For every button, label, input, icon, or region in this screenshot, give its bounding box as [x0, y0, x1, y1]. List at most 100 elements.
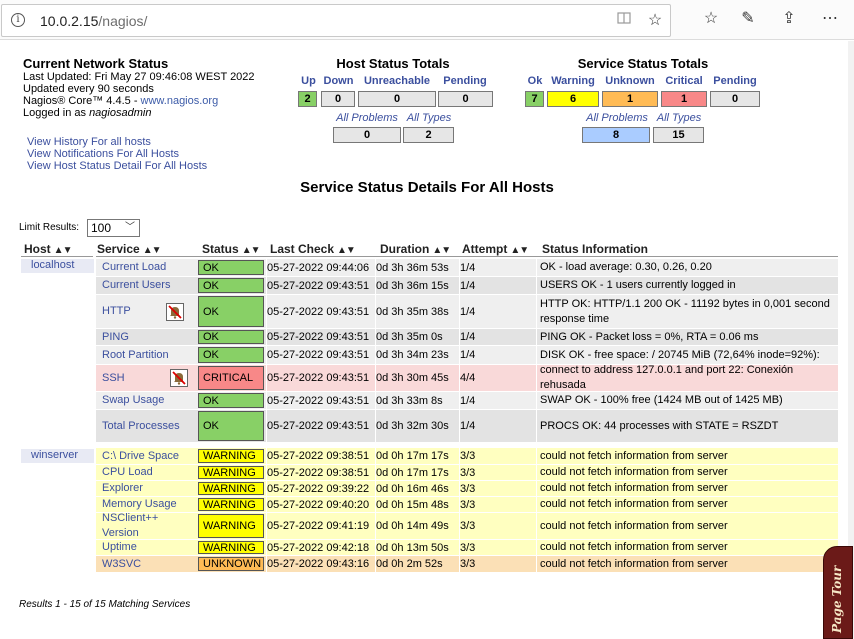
- service-name[interactable]: W3SVC: [96, 556, 197, 572]
- pen-icon[interactable]: ✎: [736, 10, 760, 28]
- service-name-text[interactable]: Total Processes: [102, 419, 180, 434]
- host-all-problems-count[interactable]: 0: [333, 127, 401, 143]
- sort-arrows-icon[interactable]: ▲▼: [242, 245, 261, 256]
- host-down-label[interactable]: Down: [320, 75, 357, 87]
- service-name[interactable]: CPU Load: [96, 465, 197, 480]
- status-title: Current Network Status: [23, 56, 169, 71]
- notifications-disabled-icon[interactable]: [166, 302, 184, 321]
- duration: 0d 3h 36m 15s: [375, 277, 455, 294]
- service-name-text[interactable]: Swap Usage: [102, 393, 164, 408]
- column-status[interactable]: Status ▲▼: [202, 242, 261, 256]
- sort-arrows-icon[interactable]: ▲▼: [54, 245, 73, 256]
- service-name-text[interactable]: PING: [102, 330, 129, 345]
- host-up-count[interactable]: 2: [298, 91, 317, 107]
- duration-text: 0d 0h 17m 17s: [376, 466, 449, 479]
- service-name[interactable]: NSClient++ Version: [96, 511, 197, 541]
- view-host-status-link[interactable]: View Host Status Detail For All Hosts: [27, 160, 207, 172]
- service-name-text[interactable]: NSClient++ Version: [102, 511, 197, 541]
- host-winserver[interactable]: winserver: [21, 449, 94, 463]
- sort-arrows-icon[interactable]: ▲▼: [510, 245, 529, 256]
- attempt: 1/4: [459, 295, 533, 328]
- service-name-text[interactable]: SSH: [102, 371, 125, 386]
- service-all-problems-count[interactable]: 8: [582, 127, 650, 143]
- service-name[interactable]: Root Partition: [96, 346, 197, 364]
- sort-arrows-icon[interactable]: ▲▼: [337, 245, 356, 256]
- service-unknown-count[interactable]: 1: [602, 91, 658, 107]
- nagios-org-link[interactable]: www.nagios.org: [141, 95, 219, 107]
- duration-text: 0d 3h 30m 45s: [376, 372, 449, 384]
- column-host[interactable]: Host ▲▼: [24, 242, 73, 256]
- service-ok-count[interactable]: 7: [525, 91, 544, 107]
- service-name-text[interactable]: Memory Usage: [102, 497, 177, 512]
- limit-results-label: Limit Results:: [19, 222, 80, 233]
- service-name[interactable]: Swap Usage: [96, 392, 197, 409]
- status-information: could not fetch information from server: [536, 448, 838, 464]
- info-icon[interactable]: i: [11, 13, 25, 27]
- host-down-count[interactable]: 0: [321, 91, 355, 107]
- host-all-types-count[interactable]: 2: [403, 127, 454, 143]
- service-name[interactable]: Explorer: [96, 481, 197, 496]
- service-ok-label[interactable]: Ok: [524, 75, 546, 87]
- service-warning-count[interactable]: 6: [547, 91, 599, 107]
- service-name[interactable]: Current Load: [96, 259, 197, 276]
- service-pending-label[interactable]: Pending: [709, 75, 761, 87]
- service-name-text[interactable]: HTTP: [102, 304, 131, 319]
- column-attempt[interactable]: Attempt ▲▼: [462, 242, 529, 256]
- service-name[interactable]: PING: [96, 329, 197, 345]
- host-pending-count[interactable]: 0: [438, 91, 493, 107]
- status-information: HTTP OK: HTTP/1.1 200 OK - 11192 bytes i…: [536, 295, 838, 328]
- service-name-text[interactable]: Current Load: [102, 260, 166, 275]
- more-icon[interactable]: ⋯: [818, 10, 842, 28]
- favorites-list-icon[interactable]: ☆: [699, 10, 723, 28]
- service-name-text[interactable]: Root Partition: [102, 348, 169, 363]
- service-name-text[interactable]: Explorer: [102, 481, 143, 496]
- column-last-check[interactable]: Last Check ▲▼: [270, 242, 356, 256]
- attempt-text: 3/3: [460, 541, 476, 554]
- service-name-text[interactable]: C:\ Drive Space: [102, 449, 179, 464]
- host-all-types-label[interactable]: All Types: [403, 112, 455, 124]
- service-critical-label[interactable]: Critical: [660, 75, 708, 87]
- service-warning-label[interactable]: Warning: [546, 75, 600, 87]
- logged-in: Logged in as nagiosadmin: [23, 107, 255, 119]
- service-unknown-label[interactable]: Unknown: [601, 75, 659, 87]
- favorite-star-icon[interactable]: ☆: [644, 10, 666, 30]
- last-check-text: 05-27-2022 09:43:51: [267, 420, 370, 432]
- service-name-text[interactable]: W3SVC: [102, 557, 141, 572]
- page-tour-button[interactable]: Page Tour: [823, 546, 853, 639]
- host-unreachable-count[interactable]: 0: [358, 91, 436, 107]
- view-history-link[interactable]: View History For all hosts: [27, 136, 207, 148]
- service-name[interactable]: Current Users: [96, 277, 197, 294]
- attempt-text: 1/4: [460, 420, 476, 432]
- service-name[interactable]: Memory Usage: [96, 497, 197, 512]
- last-check: 05-27-2022 09:43:51: [266, 295, 372, 328]
- reader-view-icon[interactable]: [613, 10, 635, 31]
- sort-arrows-icon[interactable]: ▲▼: [432, 245, 451, 256]
- view-notifications-link[interactable]: View Notifications For All Hosts: [27, 148, 207, 160]
- service-name[interactable]: Total Processes: [96, 410, 197, 442]
- service-name-text[interactable]: CPU Load: [102, 465, 153, 480]
- sort-arrows-icon[interactable]: ▲▼: [143, 245, 162, 256]
- duration: 0d 3h 35m 0s: [375, 329, 455, 345]
- service-pending-count[interactable]: 0: [710, 91, 760, 107]
- host-all-problems-label[interactable]: All Problems: [332, 112, 402, 124]
- service-critical-count[interactable]: 1: [661, 91, 707, 107]
- service-name-text[interactable]: Current Users: [102, 278, 170, 293]
- column-service[interactable]: Service ▲▼: [97, 242, 161, 256]
- column-duration[interactable]: Duration ▲▼: [380, 242, 451, 256]
- host-pending-label[interactable]: Pending: [437, 75, 493, 87]
- service-name-text[interactable]: Uptime: [102, 540, 137, 555]
- notifications-disabled-icon[interactable]: [170, 369, 188, 387]
- share-icon[interactable]: ⇪: [777, 10, 801, 28]
- service-name[interactable]: C:\ Drive Space: [96, 448, 197, 464]
- column-service-label: Service: [97, 242, 140, 256]
- host-localhost[interactable]: localhost: [21, 259, 94, 273]
- url-text[interactable]: 10.0.2.15/nagios/: [40, 13, 147, 29]
- limit-results-select[interactable]: 100 ﹀: [87, 219, 140, 237]
- address-bar[interactable]: i 10.0.2.15/nagios/ ☆: [1, 4, 671, 37]
- service-name[interactable]: Uptime: [96, 540, 197, 555]
- service-all-problems-label[interactable]: All Problems: [582, 112, 652, 124]
- host-unreachable-label[interactable]: Unreachable: [358, 75, 436, 87]
- service-all-types-count[interactable]: 15: [653, 127, 704, 143]
- service-all-types-label[interactable]: All Types: [653, 112, 705, 124]
- host-up-label[interactable]: Up: [298, 75, 319, 87]
